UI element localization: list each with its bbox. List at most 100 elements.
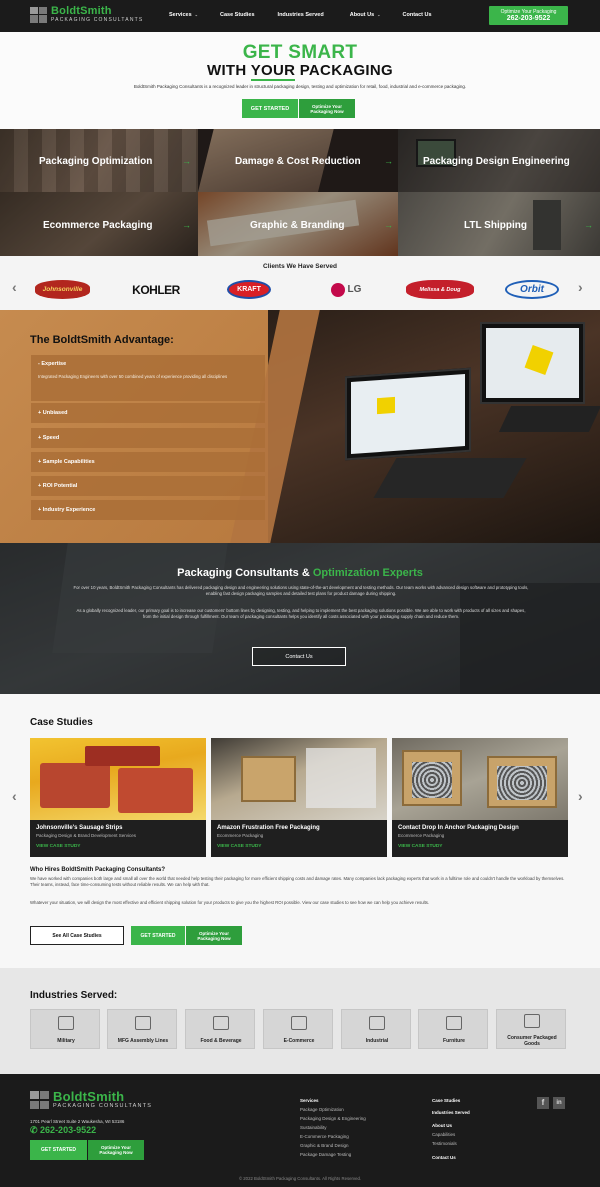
industry-ecommerce[interactable]: E-Commerce <box>263 1009 333 1049</box>
footer-get-started-button[interactable]: GET STARTED <box>30 1140 87 1160</box>
case-study-card-contact-drop-in[interactable]: Contact Drop In Anchor Packaging Design … <box>392 738 568 857</box>
accordion-industry-experience[interactable]: + Industry Experience <box>31 500 265 520</box>
industry-furniture[interactable]: Furniture <box>418 1009 488 1049</box>
chevron-right-icon[interactable]: › <box>578 788 583 804</box>
accordion-unbiased[interactable]: + Unbiased <box>31 403 265 423</box>
accordion-sample-capabilities[interactable]: + Sample Capabilities <box>31 452 265 472</box>
industry-food-beverage[interactable]: Food & Beverage <box>185 1009 255 1049</box>
hero-title-pre: WITH <box>207 62 251 79</box>
footer-optimize-button[interactable]: Optimize Your Packaging Now <box>88 1140 144 1160</box>
chevron-down-icon: ⌄ <box>194 12 198 17</box>
contact-us-button[interactable]: Contact Us <box>252 647 346 666</box>
chevron-down-icon: ⌄ <box>377 12 381 17</box>
case-study-image <box>211 738 387 820</box>
accordion-speed[interactable]: + Speed <box>31 428 265 448</box>
service-label: Ecommerce Packaging <box>43 220 153 231</box>
client-logo-text: KOHLER <box>132 282 180 297</box>
industry-label: Consumer Packaged Goods <box>507 1035 557 1047</box>
case-study-subtitle: Packaging Design & Brand Development Ser… <box>36 833 137 838</box>
view-case-study-link[interactable]: VIEW CASE STUDY <box>217 844 262 849</box>
get-started-button[interactable]: GET STARTED <box>242 99 298 118</box>
footer-brand-logo[interactable]: BoldtSmith PACKAGING CONSULTANTS <box>30 1090 153 1109</box>
linkedin-icon[interactable]: in <box>553 1097 565 1109</box>
hero-title-line1: GET SMART <box>242 42 358 63</box>
industry-military[interactable]: Military <box>30 1009 100 1049</box>
logo-grid-icon <box>30 6 47 23</box>
chevron-right-icon[interactable]: › <box>578 279 583 295</box>
plus-icon: + <box>38 507 42 513</box>
advantage-section: The BoldtSmith Advantage: - Expertise In… <box>0 310 600 543</box>
accordion-label: Expertise <box>41 361 67 367</box>
see-all-case-studies-button[interactable]: See All Case Studies <box>30 926 124 945</box>
industry-consumer-packaged-goods[interactable]: Consumer Packaged Goods <box>496 1009 566 1049</box>
view-case-study-link[interactable]: VIEW CASE STUDY <box>36 844 81 849</box>
hero-section: GET SMART WITH YOUR PACKAGING BoldtSmith… <box>0 32 600 129</box>
nav-services[interactable]: Services <box>169 12 192 18</box>
optimize-label-2: Packaging Now <box>197 935 231 941</box>
accordion-label: Unbiased <box>42 410 68 416</box>
nav-contact-us[interactable]: Contact Us <box>403 12 432 18</box>
footer-link[interactable]: About Us <box>432 1122 452 1129</box>
hero-description: BoldtSmith Packaging Consultants is a re… <box>133 84 467 89</box>
footer-link[interactable]: Industries Served <box>432 1109 470 1116</box>
top-navbar: BoldtSmith PACKAGING CONSULTANTS Service… <box>0 0 600 32</box>
industry-industrial[interactable]: Industrial <box>341 1009 411 1049</box>
footer-link[interactable]: Contact Us <box>432 1154 456 1161</box>
footer-link[interactable]: Packaging Design & Engineering <box>300 1115 366 1122</box>
service-tile-graphic-branding[interactable]: Graphic & Branding → <box>198 192 398 256</box>
footer-link[interactable]: E-Commerce Packaging <box>300 1133 349 1140</box>
footer-services-title[interactable]: Services <box>300 1097 319 1104</box>
service-tile-ecommerce[interactable]: Ecommerce Packaging → <box>0 192 198 256</box>
client-logo-kraft: KRAFT <box>227 280 271 299</box>
client-logo-text: Melissa & Doug <box>419 286 461 293</box>
service-tile-ltl-shipping[interactable]: LTL Shipping → <box>398 192 600 256</box>
footer-link[interactable]: Sustainability <box>300 1124 327 1131</box>
case-study-card-amazon[interactable]: Amazon Frustration Free Packaging Ecomme… <box>211 738 387 857</box>
view-case-study-link[interactable]: VIEW CASE STUDY <box>398 844 443 849</box>
accordion-roi-potential[interactable]: + ROI Potential <box>31 476 265 496</box>
nav-about-us[interactable]: About Us <box>350 12 374 18</box>
footer-link[interactable]: Testimonials <box>432 1140 457 1147</box>
footer-link[interactable]: Case Studies <box>432 1097 460 1104</box>
footer-link[interactable]: Graphic & Brand Design <box>300 1142 349 1149</box>
get-started-button[interactable]: GET STARTED <box>131 926 185 945</box>
header-cta-button[interactable]: Optimize Your Packaging 262-203-9522 <box>489 6 568 25</box>
footer-link[interactable]: Package Damage Testing <box>300 1151 351 1158</box>
accordion-expertise[interactable]: - Expertise Integrated Packaging Enginee… <box>31 355 265 401</box>
consultants-title-pre: Packaging Consultants & <box>177 567 313 579</box>
advantage-title: The BoldtSmith Advantage: <box>30 334 174 346</box>
nav-industries-served[interactable]: Industries Served <box>278 12 324 18</box>
client-logo-text: KRAFT <box>237 286 261 293</box>
contact-us-label: Contact Us <box>285 653 313 660</box>
facebook-icon[interactable]: f <box>537 1097 549 1109</box>
service-tile-damage-cost[interactable]: Damage & Cost Reduction → <box>198 129 398 192</box>
service-tile-packaging-optimization[interactable]: Packaging Optimization → <box>0 129 198 192</box>
footer-link[interactable]: Capabilities <box>432 1131 455 1138</box>
case-study-card-johnsonville[interactable]: Johnsonville's Sausage Strips Packaging … <box>30 738 206 857</box>
get-started-label: GET STARTED <box>140 932 176 939</box>
footer-link[interactable]: Package Optimization <box>300 1106 344 1113</box>
footer-phone[interactable]: ✆ 262-203-9522 <box>30 1125 96 1136</box>
phone-icon: ✆ <box>30 1125 41 1135</box>
footer-brand-subtitle: PACKAGING CONSULTANTS <box>53 1103 153 1109</box>
arrow-right-icon: → <box>584 220 593 230</box>
industry-mfg-assembly[interactable]: MFG Assembly Lines <box>107 1009 177 1049</box>
service-label: Packaging Optimization <box>39 156 153 167</box>
header-phone: 262-203-9522 <box>506 15 551 22</box>
client-logo-text: Johnsonville <box>42 286 83 293</box>
service-tile-design-engineering[interactable]: Packaging Design Engineering <box>398 129 600 192</box>
nav-case-studies[interactable]: Case Studies <box>220 12 255 18</box>
industry-label: E-Commerce <box>283 1038 315 1044</box>
hero-title-em: YOUR <box>250 62 296 81</box>
industry-label: Industrial <box>365 1038 389 1044</box>
optimize-packaging-button[interactable]: Optimize Your Packaging Now <box>299 99 355 118</box>
optimize-packaging-button[interactable]: Optimize Your Packaging Now <box>186 926 242 945</box>
chevron-left-icon[interactable]: ‹ <box>12 788 17 804</box>
laptop-screen-2 <box>480 322 585 404</box>
service-label: Graphic & Branding <box>250 220 345 231</box>
brand-logo[interactable]: BoldtSmith PACKAGING CONSULTANTS <box>30 6 143 23</box>
accordion-label: Speed <box>42 435 60 441</box>
hero-title-line2: WITH YOUR PACKAGING <box>0 62 600 81</box>
chevron-left-icon[interactable]: ‹ <box>12 279 17 295</box>
plus-icon: + <box>38 410 42 416</box>
